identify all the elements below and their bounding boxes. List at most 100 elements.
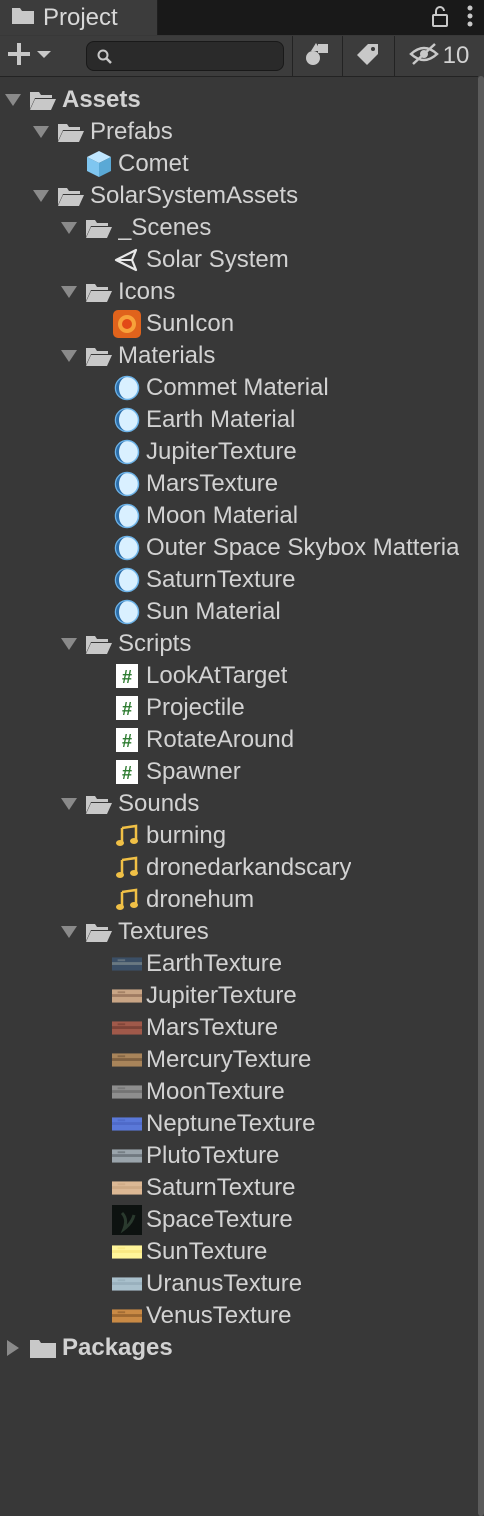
tree-item-label: Sun Material <box>146 598 281 625</box>
expand-arrow-down-icon[interactable] <box>4 91 22 109</box>
tree-item-label: MoonTexture <box>146 1078 285 1105</box>
tree-item-label: Scripts <box>118 630 192 657</box>
tree-item-label: NeptuneTexture <box>146 1110 316 1137</box>
tree-item-materials[interactable]: Materials <box>0 340 484 372</box>
hidden-packages-toggle[interactable]: 10 <box>396 36 482 76</box>
expand-arrow-down-icon[interactable] <box>60 283 78 301</box>
arrow-spacer <box>88 1115 106 1133</box>
expand-arrow-right-icon[interactable] <box>4 1339 22 1357</box>
search-input[interactable] <box>86 41 284 71</box>
audio-note-icon <box>112 854 142 882</box>
tree-item-solarsystemassets[interactable]: SolarSystemAssets <box>0 180 484 212</box>
tree-item-prefabs[interactable]: Prefabs <box>0 116 484 148</box>
tree-item-plutotexture[interactable]: PlutoTexture <box>0 1140 484 1172</box>
tree-item-sounds[interactable]: Sounds <box>0 788 484 820</box>
tree-item-lookattarget[interactable]: # LookAtTarget <box>0 660 484 692</box>
tree-item-saturntexture-mat[interactable]: SaturnTexture <box>0 564 484 596</box>
tree-item-label: dronedarkandscary <box>146 854 352 881</box>
tab-title: Project <box>43 3 118 31</box>
tree-item-textures[interactable]: Textures <box>0 916 484 948</box>
tree-item-assets[interactable]: Assets <box>0 84 484 116</box>
eye-slash-icon <box>408 42 439 71</box>
tree-item-packages[interactable]: Packages <box>0 1332 484 1364</box>
tree-item-marstexture-mat[interactable]: MarsTexture <box>0 468 484 500</box>
tree-item-comet[interactable]: Comet <box>0 148 484 180</box>
audio-note-icon <box>112 886 142 914</box>
more-options-icon[interactable] <box>466 4 474 33</box>
folder-open-icon <box>28 86 58 114</box>
tree-item-outer-space-skybox[interactable]: Outer Space Skybox Matteria <box>0 532 484 564</box>
folder-icon <box>11 4 35 32</box>
tree-item-sun-material[interactable]: Sun Material <box>0 596 484 628</box>
tree-item-label: dronehum <box>146 886 255 913</box>
tree-item-spacetexture[interactable]: SpaceTexture <box>0 1204 484 1236</box>
tree-item-commet-material[interactable]: Commet Material <box>0 372 484 404</box>
texture-thumbnail-icon <box>112 1110 142 1138</box>
scrollbar-thumb[interactable] <box>478 76 484 1516</box>
arrow-spacer <box>88 955 106 973</box>
svg-text:#: # <box>122 763 132 783</box>
tree-item-scenes[interactable]: _Scenes <box>0 212 484 244</box>
tree-item-suntexture[interactable]: SunTexture <box>0 1236 484 1268</box>
folder-open-icon <box>56 118 86 146</box>
folder-open-icon <box>56 182 86 210</box>
expand-arrow-down-icon[interactable] <box>32 187 50 205</box>
search-by-type-button[interactable] <box>293 36 341 76</box>
expand-arrow-down-icon[interactable] <box>32 123 50 141</box>
tree-item-dronehum[interactable]: dronehum <box>0 884 484 916</box>
tree-item-moontexture[interactable]: MoonTexture <box>0 1076 484 1108</box>
expand-arrow-down-icon[interactable] <box>60 219 78 237</box>
expand-arrow-down-icon[interactable] <box>60 635 78 653</box>
tree-item-mercurytexture[interactable]: MercuryTexture <box>0 1044 484 1076</box>
tree-item-burning[interactable]: burning <box>0 820 484 852</box>
tree-item-moon-material[interactable]: Moon Material <box>0 500 484 532</box>
tree-item-jupitertexture-mat[interactable]: JupiterTexture <box>0 436 484 468</box>
tree-item-label: UranusTexture <box>146 1270 303 1297</box>
tree-item-saturntexture[interactable]: SaturnTexture <box>0 1172 484 1204</box>
tree-item-projectile[interactable]: # Projectile <box>0 692 484 724</box>
arrow-spacer <box>88 1083 106 1101</box>
tree-item-label: JupiterTexture <box>146 982 297 1009</box>
expand-arrow-down-icon[interactable] <box>60 795 78 813</box>
arrow-spacer <box>88 603 106 621</box>
tree-item-label: SpaceTexture <box>146 1206 293 1233</box>
tree-item-label: RotateAround <box>146 726 295 753</box>
vertical-scrollbar[interactable] <box>478 76 484 1516</box>
tree-item-label: Prefabs <box>90 118 173 145</box>
arrow-spacer <box>88 1179 106 1197</box>
tree-item-label: Textures <box>118 918 209 945</box>
create-dropdown-button[interactable] <box>6 36 52 76</box>
arrow-spacer <box>88 1307 106 1325</box>
arrow-spacer <box>88 1051 106 1069</box>
tree-item-earth-material[interactable]: Earth Material <box>0 404 484 436</box>
tree-item-label: MarsTexture <box>146 1014 279 1041</box>
tree-item-icons[interactable]: Icons <box>0 276 484 308</box>
tree-item-solar-system[interactable]: Solar System <box>0 244 484 276</box>
tree-item-label: Packages <box>62 1334 173 1361</box>
svg-text:#: # <box>122 731 132 751</box>
expand-arrow-down-icon[interactable] <box>60 347 78 365</box>
tree-item-spawner[interactable]: # Spawner <box>0 756 484 788</box>
tree-item-marstexture[interactable]: MarsTexture <box>0 1012 484 1044</box>
tree-item-venustexture[interactable]: VenusTexture <box>0 1300 484 1332</box>
tree-item-jupitertexture[interactable]: JupiterTexture <box>0 980 484 1012</box>
texture-thumbnail-icon <box>112 1078 142 1106</box>
arrow-spacer <box>88 731 106 749</box>
search-by-label-button[interactable] <box>343 36 393 76</box>
unity-scene-icon <box>112 246 142 274</box>
tree-item-rotatearound[interactable]: # RotateAround <box>0 724 484 756</box>
tree-item-scripts[interactable]: Scripts <box>0 628 484 660</box>
project-tab[interactable]: Project <box>0 0 158 35</box>
arrow-spacer <box>88 1211 106 1229</box>
material-sphere-icon <box>112 406 142 434</box>
tree-item-dronedarkandscary[interactable]: dronedarkandscary <box>0 852 484 884</box>
tree-item-sunicon[interactable]: SunIcon <box>0 308 484 340</box>
expand-arrow-down-icon[interactable] <box>60 923 78 941</box>
arrow-spacer <box>88 763 106 781</box>
tree-item-neptunetexture[interactable]: NeptuneTexture <box>0 1108 484 1140</box>
tree-item-uranustexture[interactable]: UranusTexture <box>0 1268 484 1300</box>
arrow-spacer <box>88 1275 106 1293</box>
lock-icon[interactable] <box>430 4 450 33</box>
shapes-icon <box>304 41 330 72</box>
tree-item-earthtexture[interactable]: EarthTexture <box>0 948 484 980</box>
